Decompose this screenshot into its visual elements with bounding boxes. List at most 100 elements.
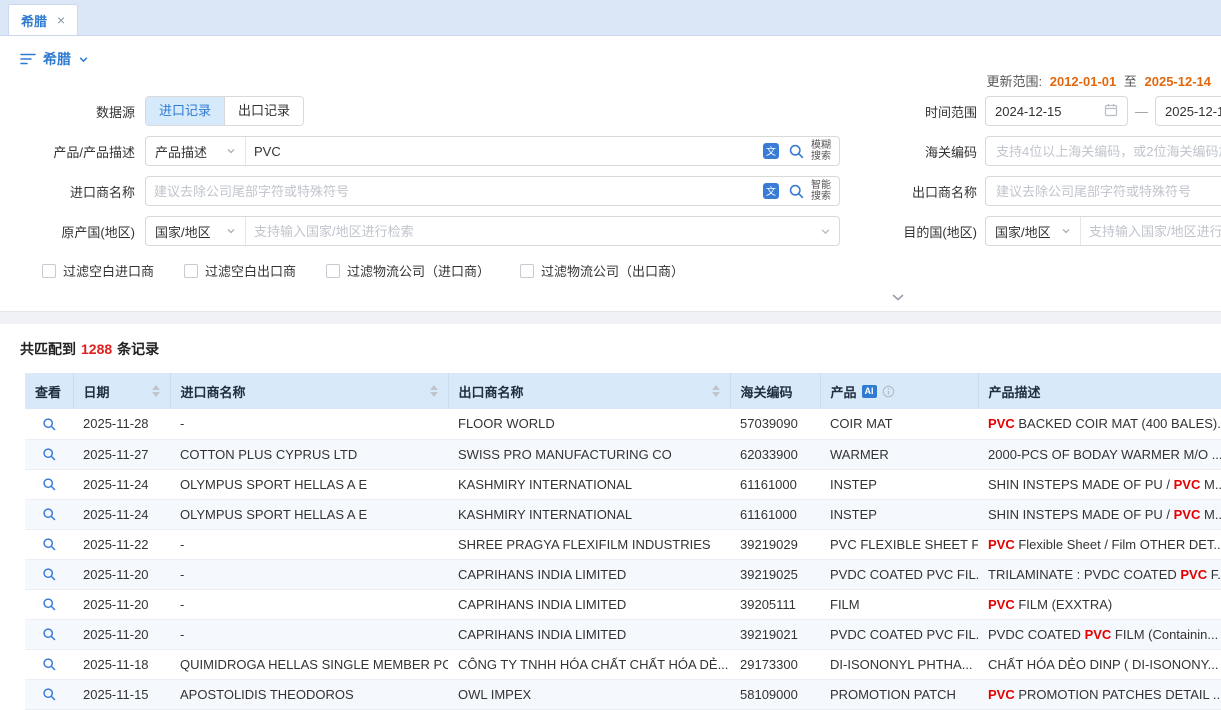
exporter-cell[interactable]: KASHMIRY INTERNATIONAL xyxy=(448,469,730,499)
checkbox-icon xyxy=(42,264,56,278)
importer-cell[interactable]: OLYMPUS SPORT HELLAS A E xyxy=(170,469,448,499)
description-cell: 2000-PCS OF BODAY WARMER M/O ... xyxy=(978,439,1221,469)
date-cell: 2025-11-28 xyxy=(73,409,170,439)
tab-label: 希腊 xyxy=(21,11,47,30)
chevron-down-icon[interactable] xyxy=(820,226,831,237)
view-record-icon[interactable] xyxy=(42,507,57,522)
product-field-select[interactable]: 产品描述 xyxy=(146,137,246,165)
view-record-icon[interactable] xyxy=(42,567,57,582)
update-range-end: 2025-12-14 xyxy=(1145,74,1212,89)
toggle-import-records[interactable]: 进口记录 xyxy=(146,97,224,125)
exporter-cell[interactable]: KASHMIRY INTERNATIONAL xyxy=(448,499,730,529)
chevron-down-icon[interactable] xyxy=(78,54,89,65)
exporter-cell[interactable]: SWISS PRO MANUFACTURING CO xyxy=(448,439,730,469)
view-record-icon[interactable] xyxy=(42,657,57,672)
view-record-icon[interactable] xyxy=(42,687,57,702)
description-cell: CHẤT HÓA DẺO DINP ( DI-ISONONY... xyxy=(978,649,1221,679)
info-icon[interactable] xyxy=(882,385,895,398)
destination-country-select[interactable]: 国家/地区 xyxy=(986,217,1081,245)
checkbox-filter-logistics-exporter[interactable]: 过滤物流公司（出口商） xyxy=(520,261,684,280)
view-record-icon[interactable] xyxy=(42,597,57,612)
sort-importer[interactable] xyxy=(430,385,438,397)
destination-country-input[interactable] xyxy=(1081,224,1221,239)
exporter-cell[interactable]: OWL IMPEX xyxy=(448,679,730,709)
view-cell xyxy=(25,529,73,559)
view-cell xyxy=(25,649,73,679)
results-count: 1288 xyxy=(81,341,112,357)
exporter-cell[interactable]: FLOOR WORLD xyxy=(448,409,730,439)
view-cell xyxy=(25,499,73,529)
fuzzy-search-label: 模糊 搜索 xyxy=(811,140,831,162)
tab-greece[interactable]: 希腊 × xyxy=(8,4,78,35)
exporter-cell[interactable]: CAPRIHANS INDIA LIMITED xyxy=(448,619,730,649)
checkbox-filter-logistics-importer[interactable]: 过滤物流公司（进口商） xyxy=(326,261,490,280)
description-cell: SHIN INSTEPS MADE OF PU / PVC M... xyxy=(978,469,1221,499)
origin-country-input[interactable] xyxy=(246,224,820,239)
product-cell[interactable]: PVDC COATED PVC FIL... xyxy=(820,559,978,589)
description-cell: PVC FILM (EXXTRA) xyxy=(978,589,1221,619)
product-cell[interactable]: DI-ISONONYL PHTHA... xyxy=(820,649,978,679)
sort-date[interactable] xyxy=(152,385,160,397)
exporter-cell[interactable]: SHREE PRAGYA FLEXIFILM INDUSTRIES xyxy=(448,529,730,559)
product-cell[interactable]: COIR MAT xyxy=(820,409,978,439)
hs-code-cell: 39219025 xyxy=(730,559,820,589)
translate-icon[interactable]: 文 xyxy=(763,143,779,159)
exporter-cell[interactable]: CAPRIHANS INDIA LIMITED xyxy=(448,589,730,619)
product-cell[interactable]: WARMER xyxy=(820,439,978,469)
importer-cell[interactable]: QUIMIDROGA HELLAS SINGLE MEMBER PC xyxy=(170,649,448,679)
product-cell[interactable]: INSTEP xyxy=(820,499,978,529)
view-record-icon[interactable] xyxy=(42,417,57,432)
close-icon[interactable]: × xyxy=(57,12,65,28)
date-end-value: 2025-12-14 xyxy=(1165,104,1221,119)
hs-code-cell: 29173300 xyxy=(730,649,820,679)
view-record-icon[interactable] xyxy=(42,627,57,642)
table-row: 2025-11-24OLYMPUS SPORT HELLAS A EKASHMI… xyxy=(25,469,1221,499)
view-record-icon[interactable] xyxy=(42,447,57,462)
view-record-icon[interactable] xyxy=(42,477,57,492)
checkbox-label: 过滤物流公司（进口商） xyxy=(347,261,490,280)
translate-icon[interactable]: 文 xyxy=(763,183,779,199)
hs-code-input[interactable] xyxy=(985,136,1221,166)
col-importer: 进口商名称 xyxy=(170,373,448,409)
origin-country-select-value: 国家/地区 xyxy=(155,222,211,241)
toggle-export-records[interactable]: 出口记录 xyxy=(224,97,303,125)
ai-badge: AI xyxy=(862,385,877,398)
product-input[interactable] xyxy=(246,144,760,159)
product-cell[interactable]: PVDC COATED PVC FIL... xyxy=(820,619,978,649)
date-cell: 2025-11-20 xyxy=(73,559,170,589)
importer-cell[interactable]: OLYMPUS SPORT HELLAS A E xyxy=(170,499,448,529)
product-cell[interactable]: INSTEP xyxy=(820,469,978,499)
chevron-down-icon xyxy=(226,226,236,236)
checkbox-filter-blank-importer[interactable]: 过滤空白进口商 xyxy=(42,261,154,280)
svg-text:文: 文 xyxy=(766,145,776,158)
date-start-input[interactable]: 2024-12-15 xyxy=(985,96,1128,126)
exporter-cell[interactable]: CÔNG TY TNHH HÓA CHẤT CHẤT HÓA DẺ... xyxy=(448,649,730,679)
destination-country-label: 目的国(地区) xyxy=(840,222,977,241)
importer-cell[interactable]: COTTON PLUS CYPRUS LTD xyxy=(170,439,448,469)
checkbox-icon xyxy=(184,264,198,278)
collapse-filters-button[interactable] xyxy=(870,289,926,304)
smart-search-button[interactable]: 智能 搜索 xyxy=(782,180,839,202)
table-row: 2025-11-24OLYMPUS SPORT HELLAS A EKASHMI… xyxy=(25,499,1221,529)
col-exporter: 出口商名称 xyxy=(448,373,730,409)
product-cell[interactable]: FILM xyxy=(820,589,978,619)
exporter-input[interactable] xyxy=(985,176,1221,206)
table-row: 2025-11-15APOSTOLIDIS THEODOROSOWL IMPEX… xyxy=(25,679,1221,709)
date-end-input[interactable]: 2025-12-14 xyxy=(1155,96,1221,126)
sort-exporter[interactable] xyxy=(712,385,720,397)
origin-country-select[interactable]: 国家/地区 xyxy=(146,217,246,245)
checkbox-filter-blank-exporter[interactable]: 过滤空白出口商 xyxy=(184,261,296,280)
description-cell: PVC PROMOTION PATCHES DETAIL ... xyxy=(978,679,1221,709)
fuzzy-search-button[interactable]: 模糊 搜索 xyxy=(782,140,839,162)
view-record-icon[interactable] xyxy=(42,537,57,552)
importer-cell[interactable]: APOSTOLIDIS THEODOROS xyxy=(170,679,448,709)
importer-input[interactable] xyxy=(146,184,760,199)
exporter-cell[interactable]: CAPRIHANS INDIA LIMITED xyxy=(448,559,730,589)
table-row: 2025-11-20-CAPRIHANS INDIA LIMITED392051… xyxy=(25,589,1221,619)
hs-code-label: 海关编码 xyxy=(840,142,977,161)
date-cell: 2025-11-18 xyxy=(73,649,170,679)
product-cell[interactable]: PROMOTION PATCH xyxy=(820,679,978,709)
product-cell[interactable]: PVC FLEXIBLE SHEET F... xyxy=(820,529,978,559)
description-cell: PVC BACKED COIR MAT (400 BALES)... xyxy=(978,409,1221,439)
col-date: 日期 xyxy=(73,373,170,409)
